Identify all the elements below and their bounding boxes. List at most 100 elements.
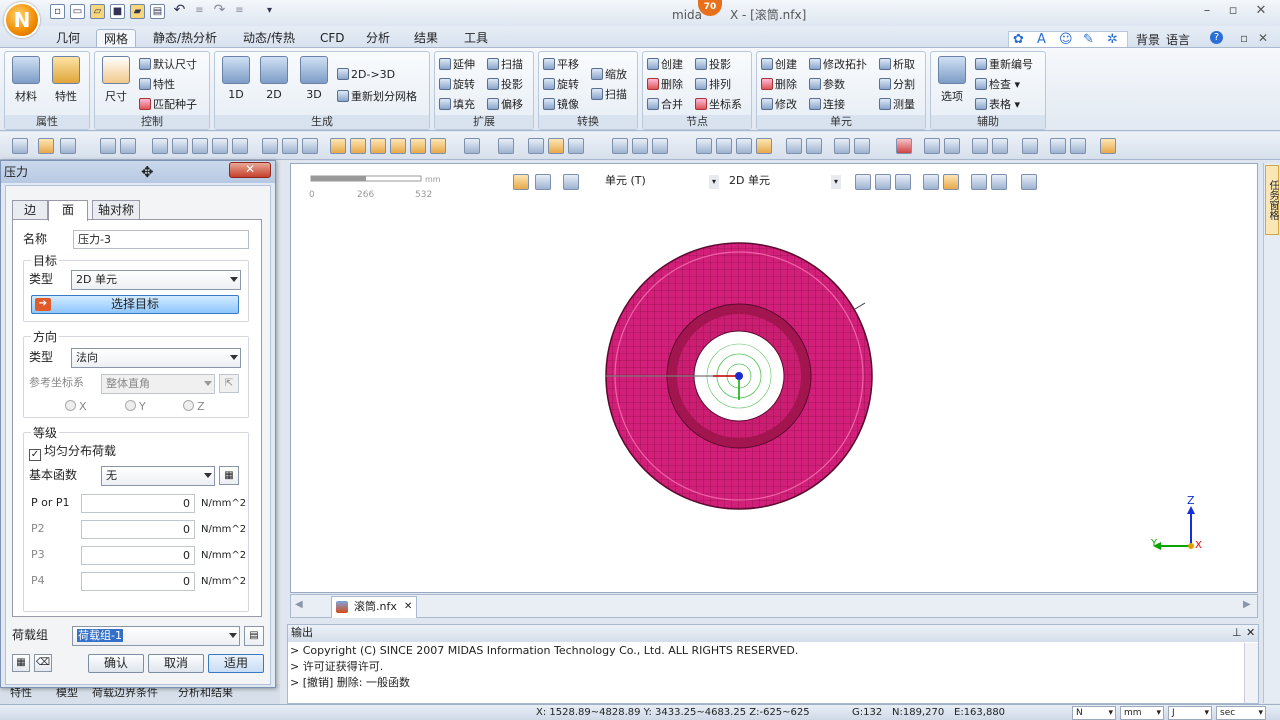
select-all-icon[interactable] <box>834 138 850 154</box>
2d-to-3d-button[interactable]: 2D->3D <box>337 66 395 84</box>
select-3d-icon[interactable] <box>854 138 870 154</box>
settings-icon[interactable]: ✲ <box>1107 32 1118 47</box>
axis-y-radio[interactable]: Y <box>125 398 146 416</box>
view-back-icon[interactable] <box>350 138 366 154</box>
axis-icon[interactable] <box>262 138 278 154</box>
unit-force-select[interactable]: N ▾ <box>1072 706 1116 720</box>
view-bottom-icon[interactable] <box>430 138 446 154</box>
transform-rotate-button[interactable]: 旋转 <box>543 76 579 94</box>
wireframe-icon[interactable] <box>568 138 584 154</box>
node-project-button[interactable]: 投影 <box>695 56 731 74</box>
redo-list-icon[interactable]: ≡ <box>232 4 247 19</box>
iso-view-icon[interactable] <box>464 138 480 154</box>
shade-edge-icon[interactable] <box>548 138 564 154</box>
ref-cs-picker-icon[interactable]: ⇱ <box>219 374 239 393</box>
dialog-title-bar[interactable]: 压力 ✥ ✕ <box>1 161 275 183</box>
lock-icon[interactable] <box>38 138 54 154</box>
toggle-1-icon[interactable] <box>612 138 628 154</box>
select-ring-icon[interactable] <box>991 174 1007 190</box>
property-button[interactable]: 特性 <box>49 56 83 104</box>
select-mode-icon[interactable] <box>563 174 579 190</box>
scroll-right-icon[interactable]: ▶ <box>1243 599 1251 610</box>
smiley-icon[interactable]: ☺ <box>1059 32 1073 47</box>
mesh-2d-button[interactable]: 2D <box>257 56 291 101</box>
node-merge-button[interactable]: 合并 <box>647 96 683 114</box>
dialog-close-button[interactable]: ✕ <box>229 162 271 178</box>
extend-button[interactable]: 延伸 <box>439 56 475 74</box>
ok-button[interactable]: 确认 <box>88 654 144 673</box>
redo-icon[interactable]: ↷ <box>212 3 227 19</box>
p4-field[interactable]: 0 <box>81 572 195 591</box>
check-button[interactable]: 检查 ▾ <box>975 76 1020 94</box>
undo-icon[interactable]: ↶ <box>172 3 187 19</box>
view-left-icon[interactable] <box>370 138 386 154</box>
element-number-icon[interactable] <box>992 138 1008 154</box>
measure-tool-icon[interactable] <box>1100 138 1116 154</box>
function-editor-icon[interactable]: ▦ <box>219 466 239 485</box>
query-icon[interactable] <box>1022 138 1038 154</box>
deselect-icon[interactable] <box>923 174 939 190</box>
p3-field[interactable]: 0 <box>81 546 195 565</box>
select-poly-icon[interactable] <box>855 174 871 190</box>
model-viewport[interactable]: mm 0 266 532 单元 (T) ▾ 2D 单元 ▾ Z Y X <box>290 163 1258 593</box>
node-label-icon[interactable] <box>924 138 940 154</box>
document-tab[interactable]: 滚筒.nfx ✕ <box>331 596 417 618</box>
output-scrollbar[interactable] <box>1244 643 1258 703</box>
new-file-icon[interactable]: ▫ <box>50 4 65 19</box>
customize-toolbar-icon[interactable]: ▾ <box>262 4 277 19</box>
pan-icon[interactable] <box>232 138 248 154</box>
restore-icon[interactable]: ▫ <box>1240 31 1248 45</box>
view-front-icon[interactable] <box>330 138 346 154</box>
extend-rotate-button[interactable]: 旋转 <box>439 76 475 94</box>
ref-cs-select[interactable]: 整体直角 <box>101 374 215 394</box>
toggle-3-icon[interactable] <box>652 138 668 154</box>
axis-z-radio[interactable]: Z <box>183 398 205 416</box>
paw-icon[interactable]: ✿ <box>1013 32 1024 47</box>
text-icon[interactable]: A <box>1037 32 1046 47</box>
print-icon[interactable]: ▤ <box>150 4 165 19</box>
save-icon[interactable]: ■ <box>110 4 125 19</box>
translate-button[interactable]: 平移 <box>543 56 579 74</box>
close-window-icon[interactable]: ✕ <box>1254 4 1268 19</box>
table-button[interactable]: 表格 ▾ <box>975 96 1020 114</box>
zoom-icon[interactable] <box>100 138 116 154</box>
tab-axisymmetric[interactable]: 轴对称 <box>92 200 140 220</box>
tab-analysis[interactable]: 分析 <box>360 29 396 48</box>
mesh-3d-button[interactable]: 3D <box>297 56 331 101</box>
filter-mode-dropdown-icon[interactable]: ▾ <box>709 175 719 189</box>
tab-static-thermal[interactable]: 静态/热分析 <box>146 29 224 48</box>
show-icon[interactable] <box>806 138 822 154</box>
basis-function-select[interactable]: 无 <box>101 466 215 486</box>
select-previous-icon[interactable] <box>943 174 959 190</box>
mirror-button[interactable]: 镜像 <box>543 96 579 114</box>
scroll-left-icon[interactable]: ◀ <box>295 599 303 610</box>
tab-edge[interactable]: 边 <box>12 200 48 220</box>
element-label-icon[interactable] <box>944 138 960 154</box>
unit-length-select[interactable]: mm ▾ <box>1120 706 1164 720</box>
measure-button[interactable]: 测量 <box>879 96 915 114</box>
drum-mesh-model[interactable] <box>591 234 891 524</box>
maximize-icon[interactable]: ▫ <box>1226 4 1240 19</box>
grid-icon[interactable] <box>696 138 712 154</box>
select-element-icon[interactable] <box>513 174 529 190</box>
scale-button[interactable]: 缩放 <box>591 66 627 84</box>
open-file-icon[interactable]: ▭ <box>70 4 85 19</box>
element-create-button[interactable]: 创建 <box>761 56 797 74</box>
split-button[interactable]: 分割 <box>879 76 915 94</box>
minimize-icon[interactable]: – <box>1200 4 1214 19</box>
match-seed-button[interactable]: 匹配种子 <box>139 96 197 114</box>
select-node-icon[interactable] <box>535 174 551 190</box>
modify-topology-button[interactable]: 修改拓扑 <box>809 56 867 74</box>
parameter-button[interactable]: 参数 <box>809 76 845 94</box>
app-logo[interactable]: N <box>4 2 40 38</box>
color-icon[interactable] <box>896 138 912 154</box>
tab-mesh[interactable]: 网格 <box>96 29 136 48</box>
extract-button[interactable]: 析取 <box>879 56 915 74</box>
view-right-icon[interactable] <box>390 138 406 154</box>
view-top-icon[interactable] <box>410 138 426 154</box>
node-delete-button[interactable]: 删除 <box>647 76 683 94</box>
p1-field[interactable]: 0 <box>81 494 195 513</box>
unit-time-select[interactable]: sec ▾ <box>1216 706 1266 720</box>
select-box-icon[interactable] <box>875 174 891 190</box>
cancel-button[interactable]: 取消 <box>148 654 204 673</box>
